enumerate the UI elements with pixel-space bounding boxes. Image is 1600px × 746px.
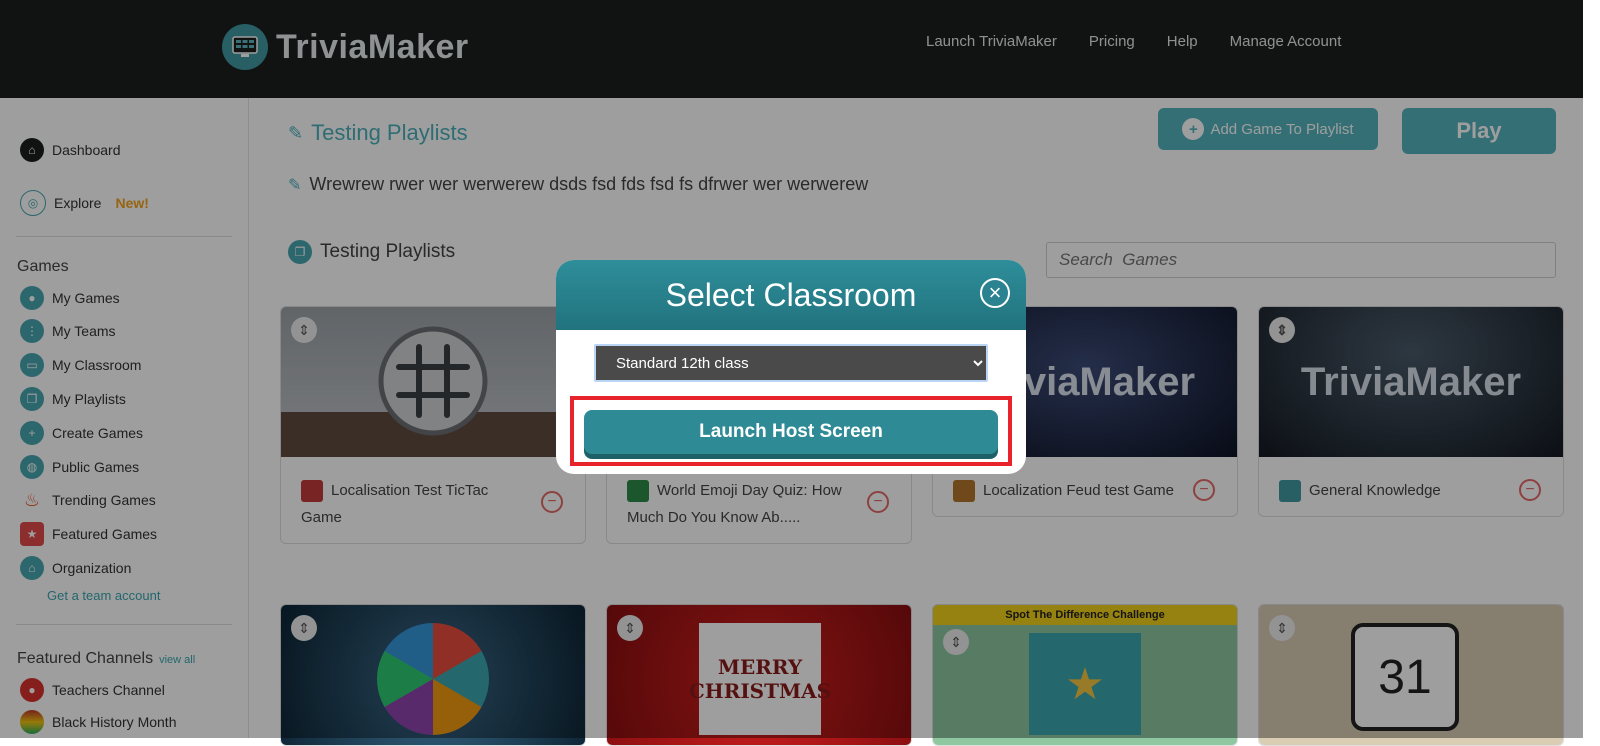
classroom-select[interactable]: Standard 12th class [594, 344, 988, 382]
modal-header: Select Classroom × [556, 260, 1026, 330]
scrollbar-track[interactable] [1583, 0, 1600, 738]
close-icon[interactable]: × [980, 278, 1010, 308]
select-classroom-modal: Select Classroom × Standard 12th class L… [556, 260, 1026, 474]
modal-title: Select Classroom [665, 276, 917, 313]
launch-host-screen-button[interactable]: Launch Host Screen [584, 410, 998, 454]
